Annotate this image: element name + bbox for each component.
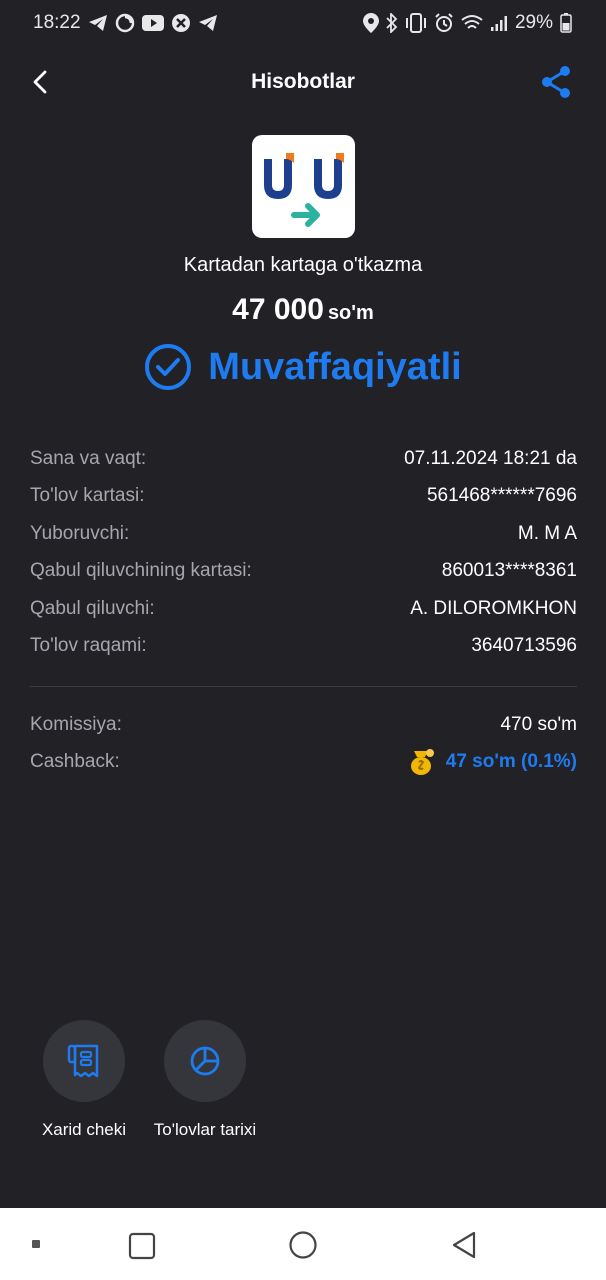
commission-value: 470 so'm [500, 713, 577, 735]
vibrate-icon [405, 13, 427, 33]
detail-label: Qabul qiluvchining kartasi: [30, 560, 252, 582]
transaction-status: Muvaffaqiyatli [0, 343, 606, 391]
bluetooth-icon [386, 13, 398, 33]
detail-row-payment-number: To'lov raqami: 3640713596 [30, 628, 577, 666]
back-nav-button[interactable] [448, 1228, 480, 1262]
header: Hisobotlar [0, 56, 606, 108]
detail-row-sender: Yuboruvchi: M. M A [30, 515, 577, 553]
wifi-icon [461, 14, 483, 32]
history-action[interactable]: To'lovlar tarixi [150, 1020, 260, 1140]
signal-icon [490, 14, 508, 32]
detail-row-commission: Komissiya: 470 so'm [30, 706, 577, 744]
triangle-back-icon [452, 1231, 476, 1259]
dot-icon [32, 1240, 40, 1248]
transaction-amount: 47 000 so'm [0, 293, 606, 327]
youtube-icon [141, 15, 164, 31]
detail-row-recipient: Qabul qiluvchi: A. DILOROMKHON [30, 590, 577, 628]
detail-label: Yuboruvchi: [30, 522, 130, 544]
detail-row-date: Sana va vaqt: 07.11.2024 18:21 da [30, 440, 577, 478]
app-icon [171, 13, 191, 33]
pie-chart-icon [190, 1046, 220, 1076]
detail-value: M. M A [517, 522, 577, 544]
history-label: To'lovlar tarixi [153, 1120, 257, 1139]
circle-icon [289, 1231, 317, 1259]
receipt-icon [67, 1044, 99, 1078]
amount-value: 47 000 [232, 293, 324, 326]
telegram-icon [88, 14, 108, 32]
detail-label: Sana va vaqt: [30, 447, 147, 469]
detail-label: Qabul qiluvchi: [30, 597, 155, 619]
status-text: Muvaffaqiyatli [208, 345, 462, 388]
cashback-value: 47 so'm (0.1%) [445, 751, 577, 773]
detail-value: A. DILOROMKHON [410, 597, 577, 619]
transaction-details: Sana va vaqt: 07.11.2024 18:21 da To'lov… [30, 440, 577, 665]
receipt-label: Xarid cheki [41, 1120, 127, 1139]
detail-label: To'lov kartasi: [30, 485, 145, 507]
check-circle-icon [145, 344, 192, 390]
telegram-icon-2 [198, 14, 218, 32]
commission-label: Komissiya: [30, 713, 122, 735]
location-icon [362, 13, 379, 33]
battery-percent: 29% [514, 12, 553, 33]
coin-bag-icon [410, 749, 434, 776]
page-title: Hisobotlar [251, 70, 355, 93]
share-icon [542, 66, 570, 98]
fees-section: Komissiya: 470 so'm Cashback: 47 so'm (0… [30, 706, 577, 781]
divider [30, 686, 577, 687]
detail-value: 3640713596 [471, 635, 577, 657]
loading-icon [115, 13, 135, 33]
cashback-value-wrap: 47 so'm (0.1%) [408, 747, 577, 777]
detail-row-recipient-card: Qabul qiluvchining kartasi: 860013****83… [30, 553, 577, 591]
home-button[interactable] [286, 1228, 320, 1262]
nav-dot-button[interactable] [30, 1238, 42, 1250]
system-nav-bar [0, 1208, 606, 1280]
detail-label: To'lov raqami: [30, 635, 147, 657]
recents-button[interactable] [126, 1230, 158, 1262]
status-time: 18:22 [33, 12, 81, 33]
back-button[interactable] [24, 66, 56, 98]
square-icon [128, 1232, 156, 1260]
share-button[interactable] [538, 64, 574, 100]
receipt-action[interactable]: Xarid cheki [40, 1020, 128, 1140]
battery-icon [560, 13, 572, 33]
receipt-button[interactable] [43, 1020, 125, 1102]
detail-value: 561468******7696 [426, 485, 577, 507]
detail-row-cashback: Cashback: 47 so'm (0.1%) [30, 744, 577, 782]
service-logo [252, 135, 355, 238]
history-button[interactable] [164, 1020, 246, 1102]
uzcard-humo-transfer-icon [263, 152, 344, 227]
status-bar: 18:22 29% [0, 0, 606, 46]
amount-currency: so'm [327, 302, 374, 324]
detail-value: 07.11.2024 18:21 da [404, 447, 577, 469]
detail-row-payment-card: To'lov kartasi: 561468******7696 [30, 478, 577, 516]
detail-value: 860013****8361 [441, 560, 577, 582]
transaction-name: Kartadan kartaga o'tkazma [183, 254, 423, 276]
chevron-left-icon [33, 70, 47, 94]
cashback-label: Cashback: [30, 751, 120, 773]
alarm-icon [434, 13, 454, 33]
